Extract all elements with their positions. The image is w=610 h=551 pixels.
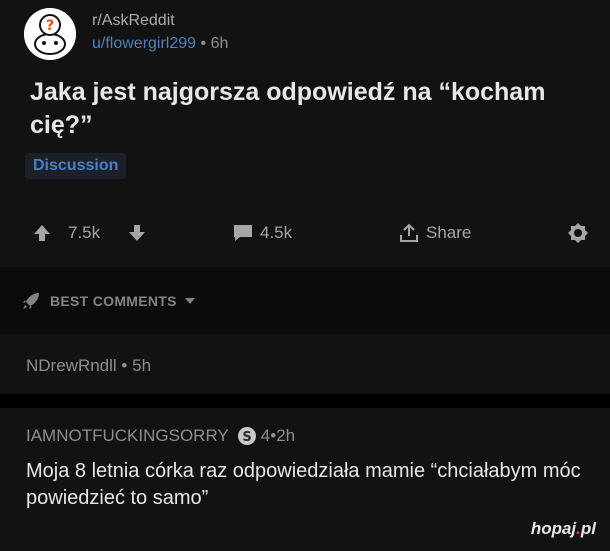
share-label: Share [426, 223, 472, 242]
post-author[interactable]: u/flowergirl299 [92, 35, 196, 52]
svg-text:?: ? [46, 18, 54, 34]
comment-meta: NDrewRndll • 5h [26, 356, 151, 376]
award-button[interactable] [566, 217, 590, 249]
comment-bubble-icon [234, 225, 252, 241]
comment-author[interactable]: IAMNOTFUCKINGSORRY [26, 426, 229, 446]
silver-award-icon: S [237, 427, 256, 445]
comment-divider [0, 394, 610, 408]
comment-age: 2h [276, 426, 296, 445]
post-title[interactable]: Jaka jest najgorsza odpowiedź na “kocham… [30, 76, 590, 142]
comment-author[interactable]: NDrewRndll [26, 356, 117, 375]
post-age: 6h [210, 35, 229, 52]
chevron-down-icon [184, 298, 195, 304]
award-icon [568, 223, 588, 243]
downvote-button[interactable] [127, 217, 147, 249]
vote-count: 7.5k [68, 223, 101, 242]
watermark-tld: pl [580, 519, 596, 538]
watermark-name: hopaj [530, 519, 577, 538]
upvote-button[interactable] [32, 217, 52, 249]
watermark-logo: hopaj.pl [531, 519, 596, 539]
comment-age: 5h [132, 356, 152, 375]
comment-body: Moja 8 letnia córka raz odpowiedziała ma… [26, 460, 581, 509]
downvote-arrow-icon [129, 225, 145, 241]
share-button[interactable]: Share [398, 217, 471, 249]
askreddit-logo-icon: ? [24, 8, 76, 60]
meta-separator: • [121, 356, 133, 375]
upvote-arrow-icon [34, 225, 50, 241]
subreddit-avatar[interactable]: ? [24, 8, 76, 60]
comments-button[interactable]: 4.5k [232, 217, 292, 249]
sort-label: BEST COMMENTS [50, 293, 177, 309]
post-flair[interactable]: Discussion [25, 153, 127, 179]
rocket-icon [23, 293, 39, 309]
svg-text:S: S [242, 430, 251, 445]
share-icon [400, 223, 418, 242]
post-actions-bar: 7.5k 4.5k Share [0, 217, 610, 249]
award-count: 4 [260, 426, 271, 445]
subreddit-name[interactable]: r/AskReddit [92, 12, 175, 30]
comment-meta: IAMNOTFUCKINGSORRY S 4 • 2h [26, 426, 295, 446]
post-byline: u/flowergirl299 • 6h [92, 35, 228, 53]
sort-selector[interactable]: BEST COMMENTS [20, 290, 197, 312]
byline-separator: • [200, 35, 211, 52]
comment-count: 4.5k [260, 223, 293, 242]
